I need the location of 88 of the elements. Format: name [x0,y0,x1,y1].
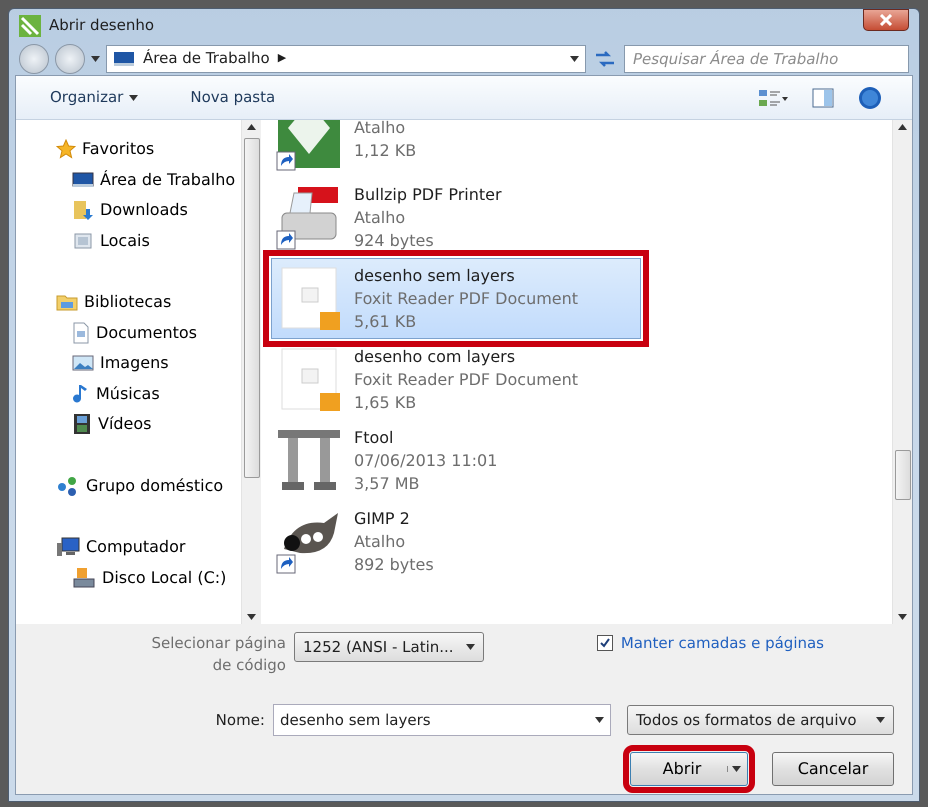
dropdown-caret-icon [570,56,579,62]
printer-icon [282,186,338,239]
filename-label: Nome: [214,710,265,731]
dialog-button[interactable]: Cancelar [772,752,894,786]
file-detail: Foxit Reader PDF Document [354,369,578,391]
places-icon [72,230,94,251]
forward-button[interactable] [55,44,85,74]
film-icon [72,413,92,436]
download-folder-icon [72,199,94,222]
sidebar-item[interactable]: Downloads [56,195,188,226]
sidebar-item[interactable]: Vídeos [56,409,152,440]
star-icon [56,139,76,160]
music-note-icon [72,382,90,405]
sidebar-item[interactable]: Locais [56,226,150,256]
sidebar-scrollbar[interactable] [241,120,261,624]
file-name: Bullzip PDF Printer [354,184,502,206]
file-size: 3,57 MB [354,473,420,495]
caret-icon [129,94,138,100]
address-bar[interactable]: Área de Trabalho ▶ [106,44,586,72]
sidebar-item[interactable]: Grupo doméstico [56,470,224,501]
drive-icon [72,566,96,589]
close-button[interactable] [863,9,909,31]
document-icon [72,322,90,344]
codepage-dropdown[interactable]: 1252 (ANSI - Latin... [294,632,484,662]
computer-icon [56,537,80,558]
picture-icon [72,354,94,372]
file-detail: Atalho [354,120,406,138]
sidebar-item[interactable]: Imagens [56,348,169,378]
file-name: GIMP 2 [354,508,411,530]
back-button[interactable] [19,44,49,74]
sidebar-item[interactable]: Favoritos [56,134,154,164]
organize-menu[interactable]: Organizar [46,84,142,111]
codepage-label: Selecionar página de código [150,633,286,676]
file-detail: Atalho [354,207,406,229]
app-logo-icon [19,14,41,37]
file-size: 1,65 KB [354,392,418,414]
file-name: desenho sem layers [354,265,516,287]
sidebar-item[interactable]: Bibliotecas [56,287,172,318]
columns-icon [278,430,340,490]
help-icon [858,86,882,110]
close-icon [880,14,892,26]
file-item[interactable]: Atalho 1,12 KB [271,120,641,177]
history-caret-icon [91,56,100,62]
checkbox[interactable] [596,635,613,652]
file-size: 1,12 KB [354,140,416,162]
file-size: 892 bytes [354,554,434,576]
file-detail: 07/06/2013 11:01 [354,450,498,472]
file-detail: Atalho [354,531,406,553]
pdf-document-icon [282,348,340,410]
file-item[interactable]: GIMP 2 Atalho 892 bytes [271,501,641,582]
breadcrumb-arrow[interactable]: ▶ [278,50,286,67]
gem-icon [278,120,340,168]
checkbox-label[interactable]: Manter camadas e páginas [620,632,824,654]
location-label: Área de Trabalho [143,48,270,70]
scroll-down-icon [898,614,907,620]
monitor-icon [72,170,94,189]
search-field[interactable]: Pesquisar Área de Trabalho [624,44,909,72]
sidebar-item[interactable]: Computador [56,532,186,562]
sidebar-item[interactable]: Disco Local (C:) [56,562,226,593]
caret-icon [732,766,741,772]
file-item[interactable]: Bullzip PDF Printer Atalho 924 bytes [271,177,641,258]
file-item[interactable]: desenho com layers Foxit Reader PDF Document 1,65 KB [271,339,641,420]
window-title: Abrir desenho [49,15,154,36]
preview-pane-icon [812,86,834,108]
sidebar-item[interactable]: Área de Trabalho [56,164,236,195]
file-size: 5,61 KB [354,311,418,333]
caret-icon [876,717,885,723]
sidebar-item[interactable]: Documentos [56,318,198,348]
scroll-thumb[interactable] [894,450,910,500]
caret-icon [466,644,475,650]
wilber-icon [284,512,338,553]
scroll-up-icon [898,124,907,130]
new-folder-button[interactable]: Nova pasta [186,84,280,111]
monitor-icon [113,51,135,68]
filename-field[interactable]: desenho sem layers [272,704,612,736]
file-type-dropdown[interactable]: Todos os formatos de arquivo [627,705,894,735]
file-detail: Foxit Reader PDF Document [354,288,578,310]
scroll-up-icon [247,124,256,130]
sidebar-item[interactable]: Músicas [56,378,160,409]
file-name: desenho com layers [354,346,516,368]
file-item[interactable]: Ftool 07/06/2013 11:01 3,57 MB [271,420,641,501]
caret-icon [595,717,604,723]
scroll-down-icon [247,614,256,620]
pdf-document-icon [282,267,340,330]
scroll-thumb[interactable] [244,138,260,478]
file-name: Ftool [354,427,394,449]
file-list-scrollbar[interactable] [892,120,912,624]
file-size: 924 bytes [354,230,435,252]
